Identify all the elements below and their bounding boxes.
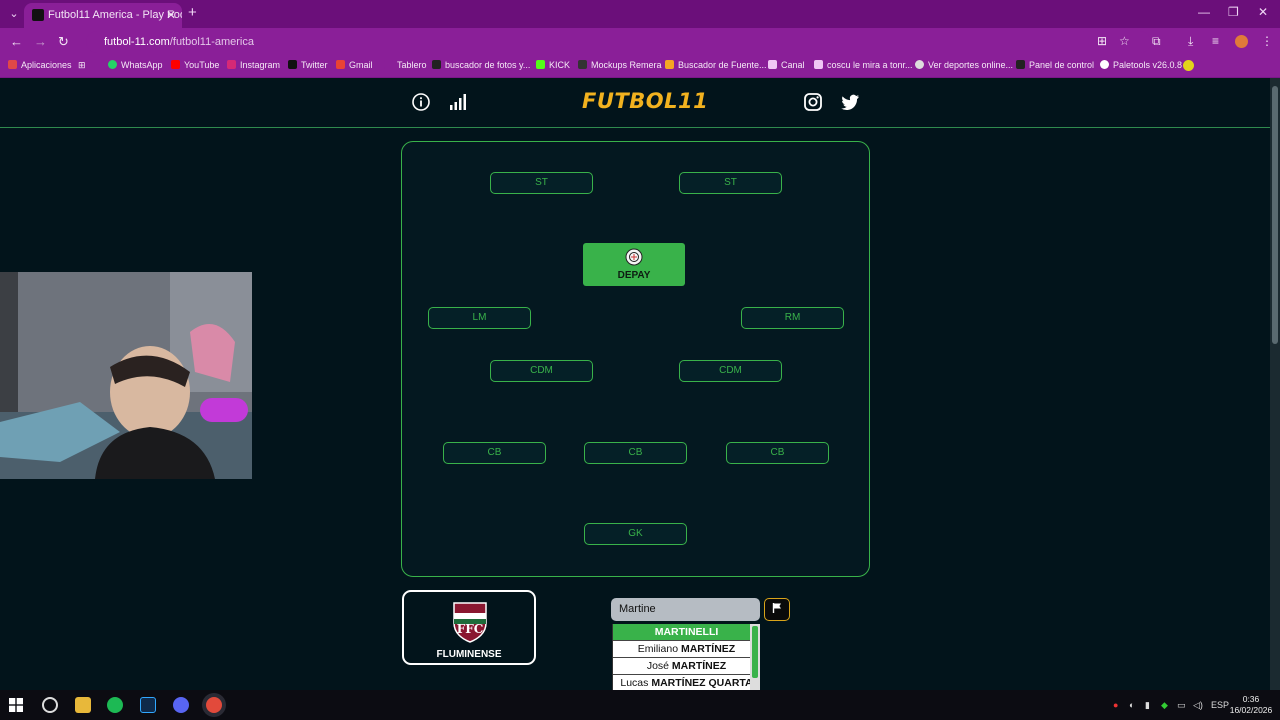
bookmark-item[interactable]: Canal xyxy=(768,60,805,70)
new-tab-icon[interactable]: + xyxy=(188,4,197,21)
bookmark-item[interactable]: buscador de fotos y... xyxy=(432,60,530,70)
bookmark-item[interactable]: Mockups Remera xyxy=(578,60,662,70)
bookmark-item[interactable]: Paletools v26.0.8 xyxy=(1100,60,1182,70)
language-indicator[interactable]: ESP xyxy=(1211,700,1229,710)
suggestion-item[interactable]: Emiliano MARTÍNEZ xyxy=(613,641,760,658)
player-search-input[interactable] xyxy=(611,598,760,621)
flag-button[interactable] xyxy=(764,598,790,621)
bookmark-item[interactable]: Gmail xyxy=(336,60,373,70)
translate-icon[interactable]: ⊞ xyxy=(1097,34,1107,48)
clock-time: 0:36 xyxy=(1242,694,1260,704)
info-icon[interactable] xyxy=(411,92,431,112)
steam-icon[interactable] xyxy=(42,697,58,713)
clock-date: 16/02/2026 xyxy=(1229,705,1273,715)
club-card: FFC FLUMINENSE xyxy=(402,590,536,665)
extensions-icon[interactable]: ⧉ xyxy=(1152,34,1161,49)
suggestion-item[interactable]: Lucas MARTÍNEZ QUARTA xyxy=(613,675,760,690)
slot-cdm-right[interactable]: CDM xyxy=(679,360,782,382)
bookmark-item[interactable]: YouTube xyxy=(171,60,219,70)
downloads-icon[interactable]: ⤓ xyxy=(1188,34,1193,49)
bookmark-item[interactable]: Instagram xyxy=(227,60,280,70)
tab-strip: ⌄ Futbol11 America - Play Football ✕ + —… xyxy=(0,0,1280,28)
menu-kebab-icon[interactable]: ⋮ xyxy=(1261,34,1273,48)
slot-st-right[interactable]: ST xyxy=(679,172,782,194)
photoshop-icon[interactable] xyxy=(140,697,156,713)
slot-st-left[interactable]: ST xyxy=(490,172,593,194)
fluminense-crest-icon: FFC xyxy=(453,602,487,643)
bookmark-item[interactable]: WhatsApp xyxy=(108,60,163,70)
slot-cdm-left[interactable]: CDM xyxy=(490,360,593,382)
suggestions-dropdown: MARTINELLI Emiliano MARTÍNEZ José MARTÍN… xyxy=(612,624,760,690)
chrome-icon[interactable] xyxy=(206,697,222,713)
media-controls-icon[interactable]: ≡ xyxy=(1212,34,1219,48)
bookmark-item[interactable]: coscu le mira a tonr... xyxy=(814,60,913,70)
os-taskbar: ● ◐ ▮ ◆ ▭ ◁) ESP 0:36 16/02/2026 xyxy=(0,690,1280,720)
network-icon[interactable]: ▭ xyxy=(1177,700,1186,711)
record-indicator-icon[interactable]: ● xyxy=(1113,700,1118,710)
slot-rm[interactable]: RM xyxy=(741,307,844,329)
bookmark-star-icon[interactable]: ☆ xyxy=(1119,34,1130,48)
windows-start-icon[interactable] xyxy=(9,698,23,712)
bookmark-extension-icon[interactable] xyxy=(1183,60,1194,71)
slot-cb-center[interactable]: CB xyxy=(584,442,687,464)
formation-pitch xyxy=(401,141,870,577)
suggestion-item[interactable]: José MARTÍNEZ xyxy=(613,658,760,675)
bookmark-item[interactable]: Panel de control xyxy=(1016,60,1094,70)
system-clock[interactable]: 0:36 16/02/2026 xyxy=(1228,694,1274,716)
close-window-icon[interactable]: ✕ xyxy=(1258,5,1268,19)
bookmark-item[interactable]: Aplicaciones xyxy=(8,60,72,70)
back-icon[interactable]: ← xyxy=(10,34,23,49)
reload-icon[interactable]: ↻ xyxy=(58,34,69,50)
spotify-icon[interactable] xyxy=(107,697,123,713)
tray-app-icon[interactable]: ◐ xyxy=(1129,700,1134,710)
browser-tab-active[interactable]: Futbol11 America - Play Football ✕ xyxy=(24,3,182,28)
tray-green-icon[interactable]: ◆ xyxy=(1161,700,1168,711)
file-explorer-icon[interactable] xyxy=(75,697,91,713)
bookmark-item[interactable]: Twitter xyxy=(288,60,328,70)
apps-grid-icon[interactable]: ⊞ xyxy=(78,60,86,71)
tab-search-chevron-icon[interactable]: ⌄ xyxy=(6,6,22,22)
tab-title: Futbol11 America - Play Football xyxy=(48,9,182,21)
club-name: FLUMINENSE xyxy=(436,649,502,660)
bookmark-item[interactable]: Buscador de Fuente... xyxy=(665,60,767,70)
slot-cb-right[interactable]: CB xyxy=(726,442,829,464)
toolbar: ← → ↻ futbol-11.com/futbol11-america xyxy=(0,28,1280,56)
slot-filled-player[interactable]: DEPAY xyxy=(583,243,685,286)
twitter-icon[interactable] xyxy=(840,92,860,112)
site-favicon-icon xyxy=(32,9,44,21)
dropdown-scroll-thumb[interactable] xyxy=(752,626,758,678)
minimize-window-icon[interactable]: — xyxy=(1198,5,1210,19)
profile-avatar[interactable] xyxy=(1235,35,1248,48)
suggestion-item[interactable]: MARTINELLI xyxy=(613,624,760,641)
corinthians-crest-icon xyxy=(625,248,643,266)
stats-icon[interactable] xyxy=(448,92,468,112)
microphone-icon[interactable]: ▮ xyxy=(1145,700,1150,711)
site-header: FUTBOL11 xyxy=(0,78,1270,128)
bookmark-item[interactable]: KICK xyxy=(536,60,570,70)
bookmark-item[interactable]: Ver deportes online... xyxy=(915,60,1013,70)
svg-text:FFC: FFC xyxy=(457,622,484,636)
address-bar[interactable]: futbol-11.com/futbol11-america xyxy=(86,31,1151,53)
close-tab-icon[interactable]: ✕ xyxy=(166,3,176,27)
volume-icon[interactable]: ◁) xyxy=(1193,700,1203,711)
restore-window-icon[interactable]: ❐ xyxy=(1228,5,1239,19)
slot-lm[interactable]: LM xyxy=(428,307,531,329)
discord-icon[interactable] xyxy=(173,697,189,713)
bookmarks-bar: Aplicaciones ⊞ WhatsApp YouTube Instagra… xyxy=(0,56,1280,78)
url-path: /futbol11-america xyxy=(169,36,254,48)
slot-cb-left[interactable]: CB xyxy=(443,442,546,464)
bookmark-item[interactable]: Tablero xyxy=(384,60,427,70)
flag-icon xyxy=(772,603,781,613)
instagram-icon[interactable] xyxy=(803,92,823,112)
url-host: futbol-11.com xyxy=(104,36,170,48)
forward-icon[interactable]: → xyxy=(34,34,47,49)
site-logo[interactable]: FUTBOL11 xyxy=(582,89,708,113)
webcam-overlay xyxy=(0,272,252,479)
page-scroll-thumb[interactable] xyxy=(1272,86,1278,344)
slot-gk[interactable]: GK xyxy=(584,523,687,545)
filled-player-name: DEPAY xyxy=(617,270,651,281)
page-viewport: FUTBOL11 ST ST DEPAY LM RM CDM CDM CB CB… xyxy=(0,78,1270,690)
